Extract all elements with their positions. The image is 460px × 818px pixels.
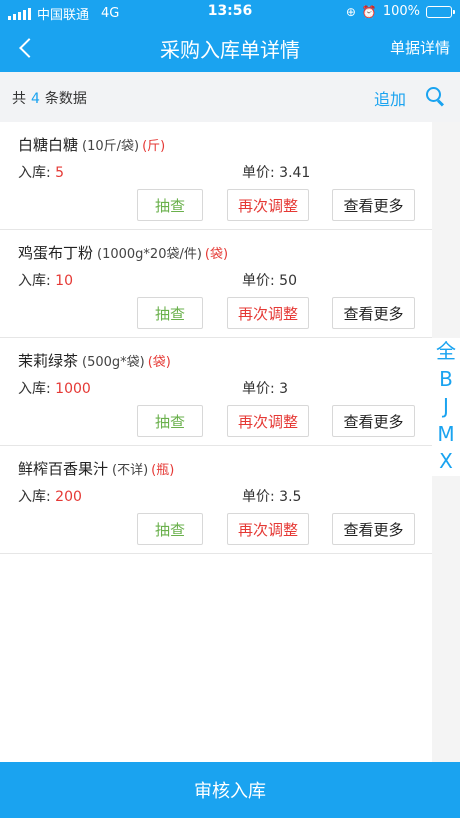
summary-bar: 共 4 条数据 追加 <box>0 72 460 122</box>
spot-check-button[interactable]: 抽查 <box>137 189 203 221</box>
qty-value: 5 <box>55 165 65 181</box>
spot-check-button[interactable]: 抽查 <box>137 297 203 329</box>
readjust-button[interactable]: 再次调整 <box>227 297 309 329</box>
qty-label: 入库: <box>18 165 51 181</box>
view-more-button[interactable]: 查看更多 <box>332 189 415 221</box>
count-value: 4 <box>31 91 40 107</box>
price-label: 单价: <box>242 273 275 289</box>
record-count: 共 4 条数据 <box>12 88 87 108</box>
top-bar: 中国联通 4G 13:56 ⊕ ⏰ 100% 采购入库单详情 单据详情 <box>0 0 460 72</box>
count-prefix: 共 <box>12 91 26 107</box>
view-more-button[interactable]: 查看更多 <box>332 297 415 329</box>
item-unit: (袋) <box>204 247 229 262</box>
index-letters: 全 B J M X <box>432 338 460 476</box>
view-more-button[interactable]: 查看更多 <box>332 405 415 437</box>
item-unit: (袋) <box>147 355 171 370</box>
item-spec: (10斤/袋) <box>82 139 140 154</box>
qty-label: 入库: <box>18 489 51 505</box>
status-bar: 中国联通 4G 13:56 ⊕ ⏰ 100% <box>0 0 460 24</box>
search-icon[interactable] <box>426 87 444 105</box>
price-value: 3 <box>279 381 289 397</box>
battery-icon <box>426 5 455 18</box>
index-letter-x[interactable]: X <box>439 448 453 476</box>
index-letter-j[interactable]: J <box>443 393 449 421</box>
view-more-button[interactable]: 查看更多 <box>332 513 415 545</box>
list-item: 茉莉绿茶 (500g*袋) (袋) 入库: 1000 单价: 3 抽查 再次调整 查… <box>0 338 432 446</box>
qty-label: 入库: <box>18 381 51 397</box>
item-name: 茉莉绿茶 <box>18 352 79 370</box>
review-stock-in-button[interactable]: 审核入库 <box>0 762 460 818</box>
item-name: 鲜榨百香果汁 <box>18 460 109 478</box>
item-name: 鸡蛋布丁粉 <box>18 244 94 262</box>
readjust-button[interactable]: 再次调整 <box>227 189 309 221</box>
item-list: 白糖白糖 (10斤/袋) (斤) 入库: 5 单价: 3.41 抽查 再次调整 查看… <box>0 122 432 554</box>
list-item: 鲜榨百香果汁 (不详) (瓶) 入库: 200 单价: 3.5 抽查 再次调整 查看… <box>0 446 432 554</box>
price-label: 单价: <box>242 381 275 397</box>
nav-bar: 采购入库单详情 单据详情 <box>0 24 460 72</box>
index-letter-all[interactable]: 全 <box>436 338 456 366</box>
readjust-button[interactable]: 再次调整 <box>227 513 309 545</box>
item-unit: (瓶) <box>151 463 175 478</box>
list-item: 鸡蛋布丁粉 (1000g*20袋/件) (袋) 入库: 10 单价: 50 抽查 再… <box>0 230 432 338</box>
price-value: 3.5 <box>279 489 302 505</box>
price-value: 50 <box>279 273 297 289</box>
qty-value: 10 <box>55 273 73 289</box>
qty-value: 200 <box>55 489 82 505</box>
item-unit: (斤) <box>142 139 166 154</box>
index-letter-m[interactable]: M <box>437 421 454 449</box>
qty-label: 入库: <box>18 273 51 289</box>
index-letter-b[interactable]: B <box>439 366 453 394</box>
item-spec: (1000g*20袋/件) <box>97 247 202 262</box>
item-name: 白糖白糖 <box>18 136 79 154</box>
document-details-link[interactable]: 单据详情 <box>390 37 450 58</box>
item-spec: (不详) <box>112 463 149 478</box>
alarm-icon: ⏰ <box>361 4 377 19</box>
list-item: 白糖白糖 (10斤/袋) (斤) 入库: 5 单价: 3.41 抽查 再次调整 查看… <box>0 122 432 230</box>
add-button[interactable]: 追加 <box>374 86 406 110</box>
spot-check-button[interactable]: 抽查 <box>137 513 203 545</box>
count-suffix: 条数据 <box>44 91 87 107</box>
price-value: 3.41 <box>279 165 311 181</box>
price-label: 单价: <box>242 165 275 181</box>
readjust-button[interactable]: 再次调整 <box>227 405 309 437</box>
lock-rotation-icon: ⊕ <box>345 4 356 19</box>
battery-percent: 100% <box>382 4 420 19</box>
price-label: 单价: <box>242 489 275 505</box>
qty-value: 1000 <box>55 381 91 397</box>
spot-check-button[interactable]: 抽查 <box>137 405 203 437</box>
item-spec: (500g*袋) <box>82 355 145 370</box>
